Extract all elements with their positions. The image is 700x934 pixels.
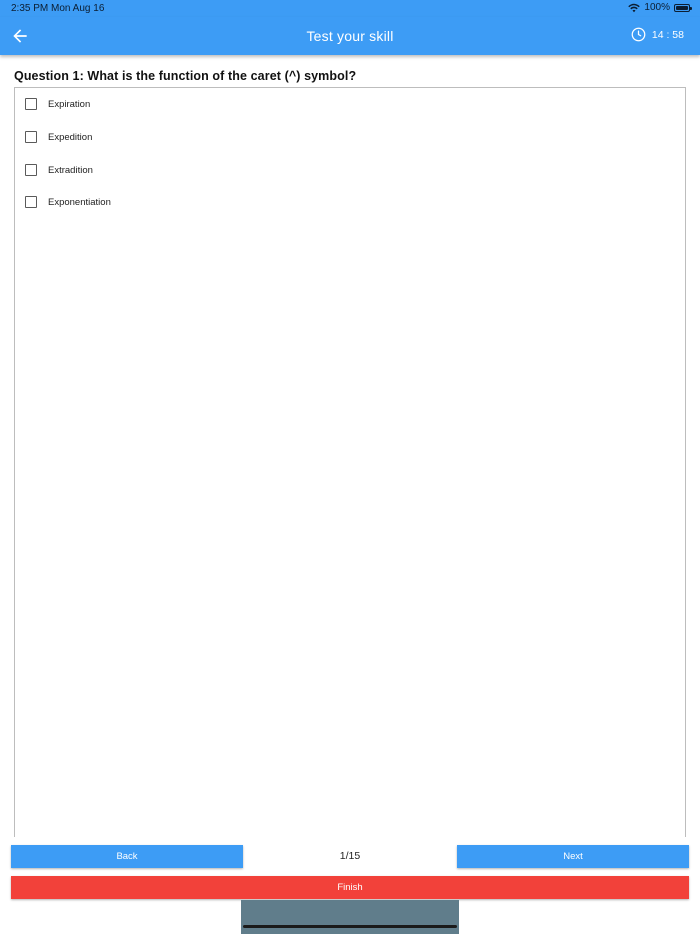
status-date: Mon Aug 16	[51, 3, 105, 14]
clock-icon	[631, 27, 646, 42]
option-item-1[interactable]: Expiration	[25, 96, 90, 112]
option-label: Exponentiation	[48, 196, 111, 208]
options-list: Expiration Expedition Extradition Expone…	[14, 87, 686, 837]
option-item-2[interactable]: Expedition	[25, 129, 92, 145]
option-checkbox[interactable]	[25, 131, 37, 143]
wifi-icon	[628, 3, 641, 12]
countdown-timer: 14 : 58	[631, 27, 684, 42]
next-button[interactable]: Next	[457, 845, 689, 868]
timer-value: 14 : 58	[651, 28, 684, 41]
home-indicator-area	[241, 900, 459, 934]
option-label: Expedition	[48, 131, 93, 143]
back-button[interactable]: Back	[11, 845, 243, 868]
battery-percent: 100%	[644, 2, 670, 13]
option-label: Expiration	[48, 98, 91, 110]
option-checkbox[interactable]	[25, 98, 37, 110]
finish-button[interactable]: Finish	[11, 876, 689, 899]
app-bar: Test your skill 14 : 58	[0, 17, 700, 55]
option-item-4[interactable]: Exponentiation	[25, 194, 111, 210]
page-title: Test your skill	[306, 28, 394, 44]
option-checkbox[interactable]	[25, 196, 37, 208]
status-indicators: 100%	[628, 2, 692, 13]
question-text: Question 1: What is the function of the …	[14, 69, 357, 83]
option-checkbox[interactable]	[25, 164, 37, 176]
option-item-3[interactable]: Extradition	[25, 162, 93, 178]
quiz-screen: 2:35 PM Mon Aug 16 100% Test your skill …	[0, 0, 700, 934]
option-label: Extradition	[48, 164, 93, 176]
home-indicator[interactable]	[243, 925, 457, 928]
status-bar: 2:35 PM Mon Aug 16 100%	[0, 0, 700, 17]
battery-icon	[674, 3, 692, 12]
status-time: 2:35 PM	[11, 3, 49, 14]
page-indicator: 1/15	[339, 850, 361, 862]
